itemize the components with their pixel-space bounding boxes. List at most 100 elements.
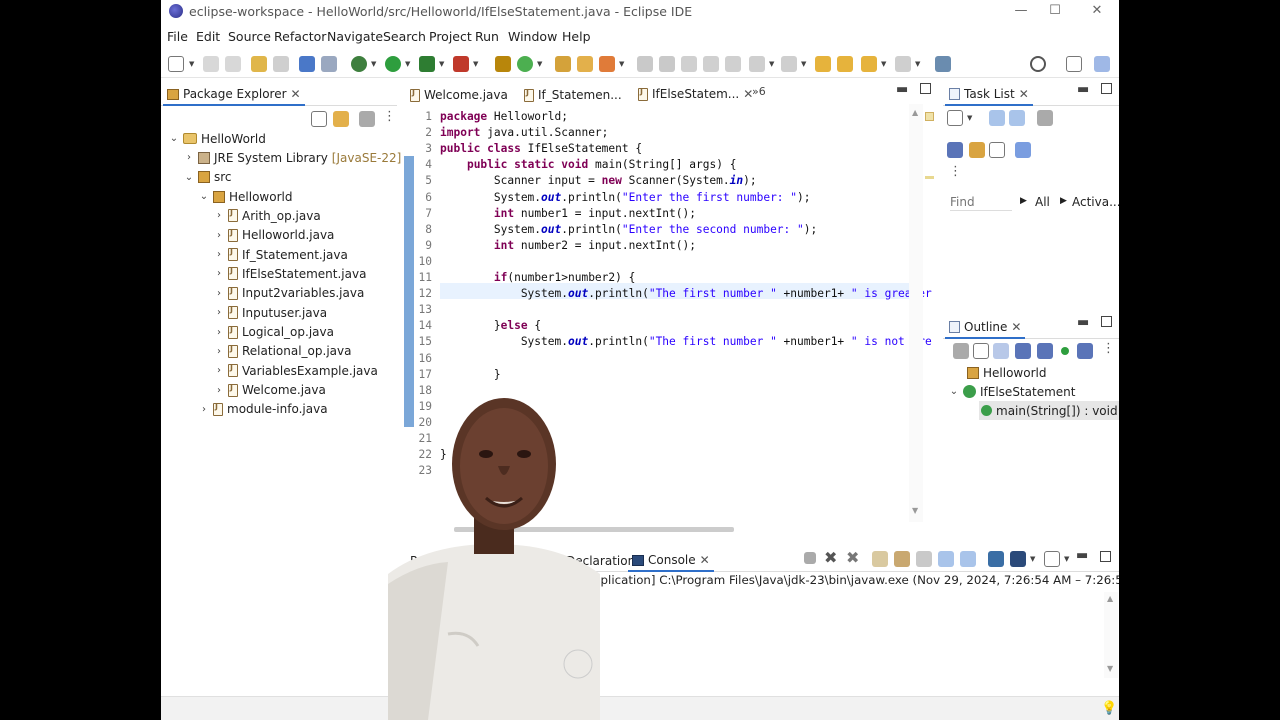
chevron-right-icon[interactable]: › <box>214 230 224 241</box>
terminate-icon[interactable] <box>804 552 816 564</box>
console-scrollbar[interactable]: ▲ ▼ <box>1104 592 1118 678</box>
terminal-icon[interactable] <box>299 56 315 72</box>
chevron-right-icon[interactable]: › <box>214 210 224 221</box>
chevron-down-icon[interactable]: ⌄ <box>949 386 959 397</box>
code-line[interactable]: package Helloworld; <box>440 110 568 123</box>
show-whitespace-icon[interactable] <box>703 56 719 72</box>
scroll-lock-icon[interactable] <box>894 551 910 567</box>
next-annotation-dropdown-icon[interactable]: ▼ <box>769 60 774 68</box>
scheduled-icon[interactable] <box>1009 110 1025 126</box>
tree-item[interactable]: › Arith_op.java <box>214 206 321 225</box>
open-type-icon[interactable] <box>555 56 571 72</box>
coverage-dropdown-icon[interactable]: ▼ <box>439 60 444 68</box>
code-line[interactable]: int number1 = input.nextInt(); <box>440 207 696 220</box>
code-line[interactable]: System.out.println("The first number " +… <box>440 335 932 348</box>
overview-warning-marker[interactable] <box>925 112 934 121</box>
save-all-icon[interactable] <box>225 56 241 72</box>
outline-item[interactable]: Helloworld <box>967 363 1046 382</box>
new-java-project-icon[interactable] <box>495 56 511 72</box>
code-line[interactable]: }else { <box>440 319 541 332</box>
maximize-button[interactable]: ☐ <box>1045 2 1065 20</box>
search-icon[interactable] <box>1030 56 1046 72</box>
tree-item[interactable]: ⌄ src <box>184 168 232 187</box>
maximize-view-icon[interactable] <box>1101 83 1112 94</box>
search-tool-icon[interactable] <box>599 56 615 72</box>
chevron-right-icon[interactable]: › <box>199 404 209 415</box>
chevron-right-icon[interactable]: › <box>214 385 224 396</box>
code-line[interactable]: public class IfElseStatement { <box>440 142 642 155</box>
close-icon[interactable]: ✕ <box>1019 87 1029 101</box>
close-window-button[interactable]: ✕ <box>1087 2 1107 20</box>
sort-icon[interactable] <box>993 343 1009 359</box>
open-task-icon[interactable] <box>577 56 593 72</box>
new-icon[interactable] <box>168 56 184 72</box>
minimize-view-icon[interactable]: ▬ <box>1077 82 1089 97</box>
close-icon[interactable]: ✕ <box>291 87 301 101</box>
find-task-input[interactable] <box>950 193 1012 211</box>
chevron-right-icon[interactable]: › <box>214 249 224 260</box>
menu-run[interactable]: Run <box>475 29 499 44</box>
pin-editor-icon[interactable] <box>935 56 951 72</box>
tree-item[interactable]: › Input2variables.java <box>214 284 364 303</box>
new-task-icon[interactable] <box>947 110 963 126</box>
back-icon[interactable] <box>837 56 853 72</box>
chevron-right-icon[interactable]: › <box>214 346 224 357</box>
open-perspective-icon[interactable] <box>1066 56 1082 72</box>
show-stderr-icon[interactable] <box>960 551 976 567</box>
tab-console[interactable]: Console ✕ <box>628 550 714 572</box>
tab-welcome-java[interactable]: Welcome.java <box>406 84 512 106</box>
open-console-icon[interactable] <box>1044 551 1060 567</box>
filter-tasks-icon[interactable] <box>1037 110 1053 126</box>
tree-item[interactable]: › If_Statement.java <box>214 245 348 264</box>
maximize-view-icon[interactable] <box>1100 551 1111 562</box>
code-line[interactable]: int number2 = input.nextInt(); <box>440 239 696 252</box>
code-line[interactable]: } <box>440 368 501 381</box>
run-icon[interactable] <box>385 56 401 72</box>
back-history-icon[interactable] <box>861 56 877 72</box>
tree-item[interactable]: › Welcome.java <box>214 381 326 400</box>
filter-icon[interactable] <box>359 111 375 127</box>
chevron-right-icon[interactable]: › <box>214 327 224 338</box>
maximize-view-icon[interactable] <box>1101 316 1112 327</box>
external-tools-dropdown-icon[interactable]: ▼ <box>473 60 478 68</box>
save-icon[interactable] <box>203 56 219 72</box>
vertical-scrollbar[interactable]: ▲ ▼ <box>909 104 923 522</box>
tab-if-statement-java[interactable]: If_Statemen... <box>520 84 626 106</box>
expand-outline-icon[interactable] <box>973 343 989 359</box>
remove-all-icon[interactable]: ✖ <box>846 548 859 567</box>
prev-annotation-dropdown-icon[interactable]: ▼ <box>801 60 806 68</box>
minimize-view-icon[interactable]: ▬ <box>1076 548 1088 563</box>
code-line[interactable]: System.out.println("The first number " +… <box>440 287 932 300</box>
filter-all-link[interactable]: All <box>1035 195 1050 209</box>
new-class-icon[interactable] <box>517 56 533 72</box>
show-stdout-icon[interactable] <box>938 551 954 567</box>
hide-fields-icon[interactable] <box>1015 343 1031 359</box>
pilcrow-icon[interactable] <box>725 56 741 72</box>
code-line[interactable]: System.out.println("Enter the first numb… <box>440 191 811 204</box>
view-menu-icon[interactable]: ⋮ <box>383 109 396 124</box>
link-with-editor-icon[interactable] <box>333 111 349 127</box>
skip-breakpoints-icon[interactable] <box>321 56 337 72</box>
menu-search[interactable]: Search <box>383 29 426 44</box>
hide-local-types-icon[interactable] <box>1077 343 1093 359</box>
menu-edit[interactable]: Edit <box>196 29 220 44</box>
last-edit-icon[interactable] <box>815 56 831 72</box>
chevron-right-icon[interactable]: › <box>214 288 224 299</box>
minimize-view-icon[interactable]: ▬ <box>896 82 908 97</box>
new-task-dropdown-icon[interactable]: ▼ <box>967 114 972 122</box>
toggle-mark-icon[interactable] <box>637 56 653 72</box>
code-line[interactable]: import java.util.Scanner; <box>440 126 608 139</box>
menu-navigate[interactable]: Navigate <box>327 29 383 44</box>
minimize-button[interactable]: — <box>1011 2 1031 20</box>
toggle-word-wrap-icon[interactable] <box>681 56 697 72</box>
chevron-right-icon[interactable]: › <box>214 307 224 318</box>
categorized-icon[interactable] <box>989 110 1005 126</box>
back-dropdown-icon[interactable]: ▼ <box>881 60 886 68</box>
scroll-up-icon[interactable]: ▲ <box>912 108 918 117</box>
tab-package-explorer[interactable]: Package Explorer ✕ <box>163 84 305 106</box>
minimize-view-icon[interactable]: ▬ <box>1077 315 1089 330</box>
menu-refactor[interactable]: Refactor <box>274 29 326 44</box>
menu-project[interactable]: Project <box>429 29 472 44</box>
tree-item[interactable]: › Logical_op.java <box>214 323 334 342</box>
menu-window[interactable]: Window <box>508 29 557 44</box>
